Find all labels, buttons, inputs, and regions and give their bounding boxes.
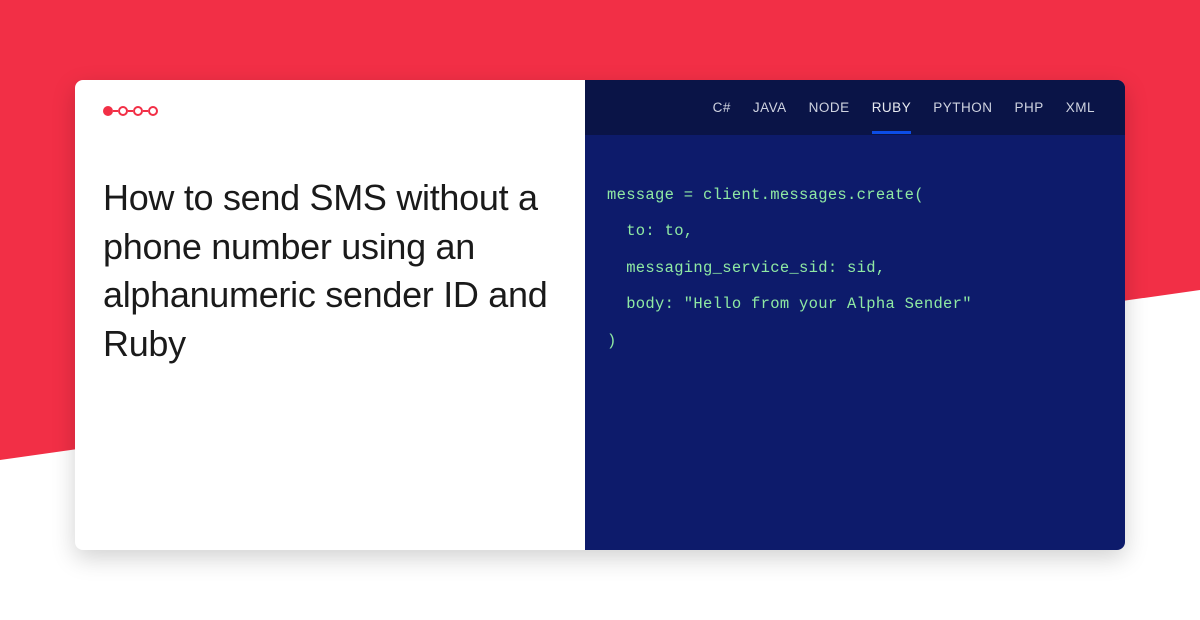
tab-xml[interactable]: XML bbox=[1066, 82, 1095, 134]
language-tab-bar: C# JAVA NODE RUBY PYTHON PHP XML bbox=[585, 80, 1125, 135]
tab-php[interactable]: PHP bbox=[1014, 82, 1043, 134]
code-panel: C# JAVA NODE RUBY PYTHON PHP XML message… bbox=[585, 80, 1125, 550]
article-headline: How to send SMS without a phone number u… bbox=[103, 174, 557, 368]
card-left-panel: How to send SMS without a phone number u… bbox=[75, 80, 585, 550]
tab-java[interactable]: JAVA bbox=[753, 82, 787, 134]
tab-node[interactable]: NODE bbox=[809, 82, 850, 134]
tab-ruby[interactable]: RUBY bbox=[872, 82, 912, 134]
tab-python[interactable]: PYTHON bbox=[933, 82, 992, 134]
code-snippet: message = client.messages.create( to: to… bbox=[585, 135, 1125, 550]
tab-csharp[interactable]: C# bbox=[713, 82, 731, 134]
main-card: How to send SMS without a phone number u… bbox=[75, 80, 1125, 550]
logo-icon bbox=[103, 106, 557, 116]
